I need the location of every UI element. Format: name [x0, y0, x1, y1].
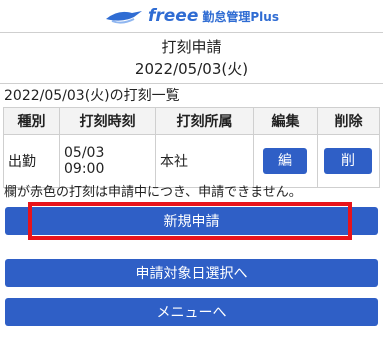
menu-button[interactable]: メニューへ [5, 298, 378, 326]
logo-bar: freee 勤怠管理Plus [0, 0, 383, 32]
edit-cell: 編 [253, 134, 318, 188]
delete-button[interactable]: 削 [324, 148, 372, 174]
page-date: 2022/05/03(火) [134, 60, 249, 78]
table-header-row: 種別 打刻時刻 打刻所属 編集 削除 [3, 107, 380, 135]
divider [0, 83, 383, 84]
new-request-button[interactable]: 新規申請 [5, 207, 378, 235]
notice-text: 欄が赤色の打刻は申請中につき、申請できません。 [4, 185, 302, 200]
edit-button[interactable]: 編 [263, 148, 307, 174]
page-header: 打刻申請 2022/05/03(火) [0, 33, 383, 84]
page-title: 打刻申請 [161, 38, 222, 56]
punch-type: 出勤 [3, 134, 60, 188]
punch-time-clock: 09:00 [64, 161, 105, 177]
select-date-button[interactable]: 申請対象日選択へ [5, 259, 378, 287]
app-frame: freee 勤怠管理Plus 打刻申請 2022/05/03(火) 2022/0… [0, 0, 383, 340]
punch-list-title: 2022/05/03(火)の打刻一覧 [4, 88, 180, 104]
column-header-delete: 削除 [317, 107, 380, 135]
column-header-time: 打刻時刻 [59, 107, 156, 135]
delete-cell: 削 [317, 134, 380, 188]
punch-table: 種別 打刻時刻 打刻所属 編集 削除 出勤 05/03 09:00 本社 編 削 [3, 107, 380, 188]
freee-bird-icon [106, 11, 142, 24]
punch-department: 本社 [155, 134, 254, 188]
column-header-department: 打刻所属 [155, 107, 254, 135]
punch-time: 05/03 09:00 [59, 134, 156, 188]
table-row: 出勤 05/03 09:00 本社 編 削 [3, 134, 380, 188]
logo-text: freee [148, 6, 199, 26]
column-header-type: 種別 [3, 107, 60, 135]
logo-subtitle: 勤怠管理Plus [202, 9, 279, 24]
punch-time-date: 05/03 [64, 145, 105, 161]
column-header-edit: 編集 [253, 107, 318, 135]
app-logo: freee 勤怠管理Plus [104, 5, 279, 27]
